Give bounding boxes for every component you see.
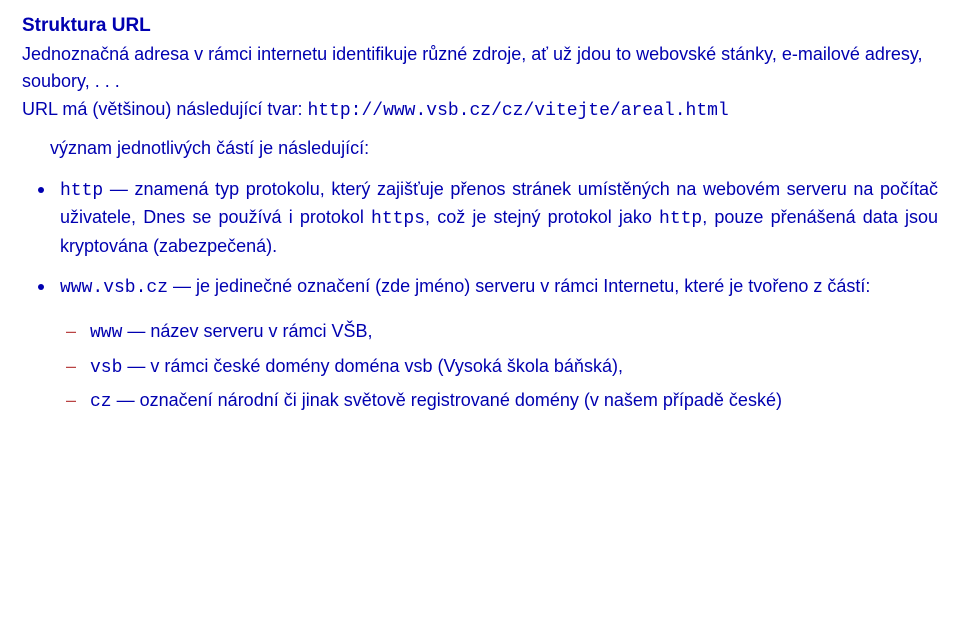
bullet-list: http — znamená typ protokolu, který zaji… — [22, 176, 938, 416]
url-example: http://www.vsb.cz/cz/vitejte/areal.html — [307, 101, 728, 121]
document-title: Struktura URL — [22, 12, 938, 40]
text: — v rámci české domény doména vsb (Vysok… — [122, 356, 623, 376]
code-vsb: vsb — [90, 358, 122, 378]
code-http2: http — [659, 209, 702, 229]
intro-paragraph-1: Jednoznačná adresa v rámci internetu ide… — [22, 41, 938, 94]
code-https: https — [371, 209, 425, 229]
sub-cz: cz — označení národní či jinak světově r… — [90, 387, 938, 416]
bullet-domain: www.vsb.cz — je jedinečné označení (zde … — [60, 273, 938, 416]
sub-vsb: vsb — v rámci české domény doména vsb (V… — [90, 353, 938, 382]
code-http: http — [60, 181, 103, 201]
bullet-http: http — znamená typ protokolu, který zaji… — [60, 176, 938, 260]
sub-www: www — název serveru v rámci VŠB, — [90, 318, 938, 347]
intro-paragraph-2: URL má (většinou) následující tvar: http… — [22, 96, 938, 125]
text: — označení národní či jinak světově regi… — [112, 390, 782, 410]
code-www: www — [90, 323, 122, 343]
code-cz: cz — [90, 392, 112, 412]
text: , což je stejný protokol jako — [425, 207, 659, 227]
code-domain: www.vsb.cz — [60, 278, 168, 298]
text: — je jedinečné označení (zde jméno) serv… — [168, 276, 870, 296]
intro-text: URL má (většinou) následující tvar: — [22, 99, 307, 119]
sub-bullet-list: www — název serveru v rámci VŠB, vsb — v… — [60, 318, 938, 416]
text: — název serveru v rámci VŠB, — [122, 321, 372, 341]
meaning-intro: význam jednotlivých částí je následující… — [50, 135, 938, 162]
